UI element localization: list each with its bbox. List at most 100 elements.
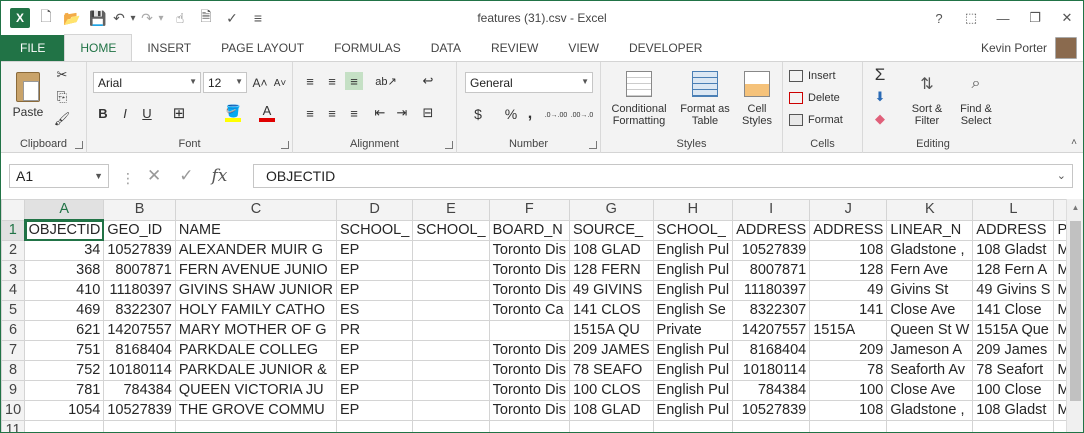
column-header-k[interactable]: K — [886, 199, 974, 221]
row-header[interactable]: 11 — [1, 420, 26, 432]
cell-c4[interactable]: GIVINS SHAW JUNIOR — [174, 280, 338, 301]
cell-b1[interactable]: GEO_ID — [103, 219, 176, 241]
cell-j11[interactable] — [809, 420, 888, 432]
font-name-combo[interactable]: Arial ▼ — [93, 72, 201, 93]
cell-d5[interactable]: ES — [335, 300, 414, 321]
cell-h1[interactable]: SCHOOL_ — [652, 219, 734, 241]
redo-dropdown-icon[interactable]: ▾ — [155, 6, 167, 30]
cell-a4[interactable]: 410 — [24, 280, 105, 301]
bottom-align-icon[interactable]: ≡ — [345, 72, 363, 90]
row-header[interactable]: 7 — [1, 340, 26, 361]
column-header-f[interactable]: F — [488, 199, 570, 221]
customize-qat-icon[interactable]: ≡ — [245, 6, 271, 30]
cell-k7[interactable]: Jameson A — [886, 340, 974, 361]
cell-g3[interactable]: 128 FERN — [568, 260, 654, 281]
ribbon-display-options-icon[interactable]: ⬚ — [955, 1, 987, 35]
cell-d10[interactable]: EP — [335, 400, 414, 421]
tab-insert[interactable]: INSERT — [132, 35, 206, 61]
comma-icon[interactable]: , — [521, 104, 539, 124]
column-header-a[interactable]: A — [24, 199, 105, 221]
italic-button[interactable]: I — [115, 102, 135, 124]
cell-i3[interactable]: 8007871 — [732, 260, 811, 281]
cell-f2[interactable]: Toronto Dis — [488, 240, 570, 261]
cell-e11[interactable] — [412, 420, 490, 432]
cell-l9[interactable]: 100 Close — [972, 380, 1055, 401]
cell-h7[interactable]: English Pul — [652, 340, 734, 361]
cell-k3[interactable]: Fern Ave — [886, 260, 974, 281]
cell-d2[interactable]: EP — [335, 240, 414, 261]
cell-k5[interactable]: Close Ave — [886, 300, 974, 321]
cell-k4[interactable]: Givins St — [886, 280, 974, 301]
cell-l5[interactable]: 141 Close — [972, 300, 1055, 321]
autosum-icon[interactable]: Σ — [871, 65, 889, 84]
cell-c10[interactable]: THE GROVE COMMU — [174, 400, 338, 421]
cell-i1[interactable]: ADDRESS — [732, 219, 811, 241]
cell-f4[interactable]: Toronto Dis — [488, 280, 570, 301]
cell-e8[interactable] — [412, 360, 490, 381]
column-header-g[interactable]: G — [568, 199, 654, 221]
cell-e6[interactable] — [412, 320, 490, 341]
cell-a9[interactable]: 781 — [24, 380, 105, 401]
column-header-b[interactable]: B — [103, 199, 176, 221]
cell-g4[interactable]: 49 GIVINS — [568, 280, 654, 301]
middle-align-icon[interactable]: ≡ — [323, 72, 341, 90]
column-header-c[interactable]: C — [174, 199, 338, 221]
cell-j6[interactable]: 1515A — [809, 320, 888, 341]
minimize-icon[interactable]: — — [987, 1, 1019, 35]
insert-cells-button[interactable]: Insert — [789, 66, 859, 86]
row-header[interactable]: 3 — [1, 260, 26, 281]
cell-h2[interactable]: English Pul — [652, 240, 734, 261]
column-header-l[interactable]: L — [972, 199, 1055, 221]
row-header[interactable]: 8 — [1, 360, 26, 381]
increase-indent-icon[interactable]: ⇥ — [393, 104, 411, 122]
row-header[interactable]: 2 — [1, 240, 26, 261]
cell-i11[interactable] — [732, 420, 811, 432]
cell-e1[interactable]: SCHOOL_ — [412, 219, 490, 241]
cell-l1[interactable]: ADDRESS — [972, 219, 1055, 241]
cell-g7[interactable]: 209 JAMES — [568, 340, 654, 361]
cell-i2[interactable]: 10527839 — [732, 240, 811, 261]
cell-f11[interactable] — [488, 420, 570, 432]
align-center-icon[interactable]: ≡ — [323, 104, 341, 122]
percent-icon[interactable]: % — [501, 104, 521, 124]
open-folder-icon[interactable]: 📂 — [59, 6, 85, 30]
borders-icon[interactable]: ⊞ — [167, 102, 191, 124]
cell-h10[interactable]: English Pul — [652, 400, 734, 421]
top-align-icon[interactable]: ≡ — [301, 72, 319, 90]
spelling-icon[interactable]: ✓ — [219, 6, 245, 30]
cell-l6[interactable]: 1515A Que — [972, 320, 1055, 341]
cell-d8[interactable]: EP — [335, 360, 414, 381]
tab-view[interactable]: VIEW — [553, 35, 614, 61]
cell-j8[interactable]: 78 — [809, 360, 888, 381]
row-header[interactable]: 6 — [1, 320, 26, 341]
insert-function-icon[interactable]: fx — [212, 166, 228, 186]
cell-l2[interactable]: 108 Gladst — [972, 240, 1055, 261]
cell-c6[interactable]: MARY MOTHER OF G — [174, 320, 338, 341]
row-header[interactable]: 1 — [1, 219, 26, 241]
sort-filter-button[interactable]: ⇅ Sort & Filter — [903, 66, 951, 132]
cell-f10[interactable]: Toronto Dis — [488, 400, 570, 421]
cell-g5[interactable]: 141 CLOS — [568, 300, 654, 321]
cell-i10[interactable]: 10527839 — [732, 400, 811, 421]
cell-f6[interactable] — [488, 320, 570, 341]
cell-l10[interactable]: 108 Gladst — [972, 400, 1055, 421]
fill-color-icon[interactable]: 🪣 — [221, 102, 245, 124]
cell-e4[interactable] — [412, 280, 490, 301]
cell-c7[interactable]: PARKDALE COLLEG — [174, 340, 338, 361]
cell-h3[interactable]: English Pul — [652, 260, 734, 281]
number-format-combo[interactable]: General ▼ — [465, 72, 593, 93]
wrap-text-icon[interactable]: ↩ — [419, 72, 437, 90]
cell-b3[interactable]: 8007871 — [103, 260, 176, 281]
redo-icon[interactable]: ↷ — [139, 6, 155, 30]
find-select-button[interactable]: ⌕ Find & Select — [951, 66, 1001, 132]
copy-icon[interactable]: ⎘ — [53, 88, 71, 106]
alignment-launcher-icon[interactable] — [445, 141, 453, 149]
select-all-corner[interactable] — [1, 199, 26, 221]
column-header-i[interactable]: I — [732, 199, 811, 221]
cell-g1[interactable]: SOURCE_ — [568, 219, 654, 241]
cell-j1[interactable]: ADDRESS — [809, 219, 888, 241]
cell-c3[interactable]: FERN AVENUE JUNIO — [174, 260, 338, 281]
vertical-scrollbar[interactable]: ▲ — [1066, 199, 1083, 432]
cell-g2[interactable]: 108 GLAD — [568, 240, 654, 261]
formula-input[interactable]: OBJECTID ⌄ — [253, 164, 1073, 188]
